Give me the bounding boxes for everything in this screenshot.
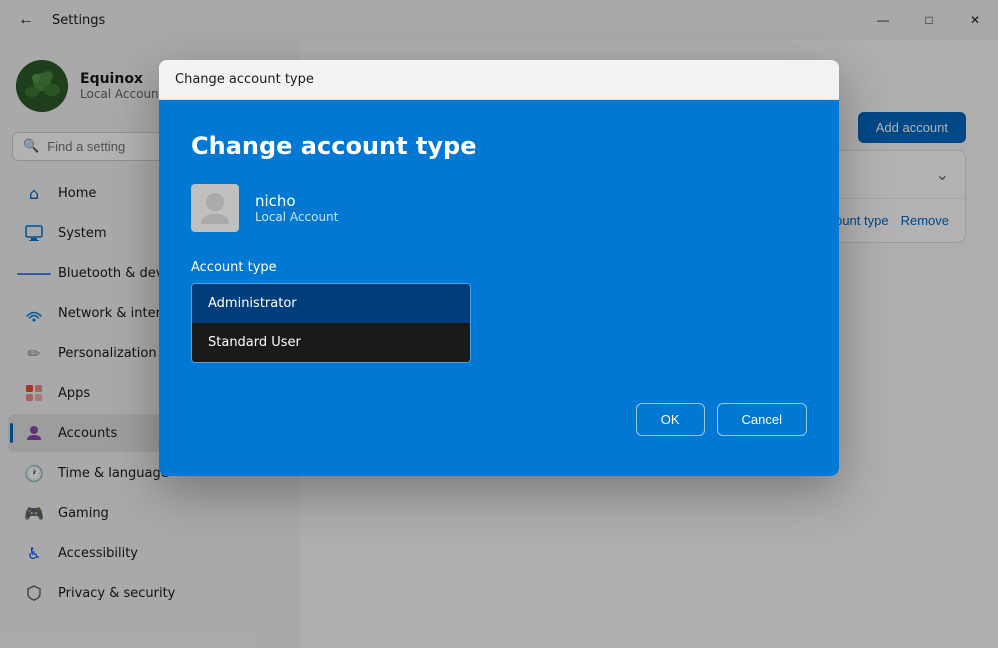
dialog-username: nicho [255, 192, 338, 210]
cancel-button[interactable]: Cancel [717, 403, 807, 436]
dropdown-item-standard[interactable]: Standard User [192, 323, 470, 362]
dialog-user-info: nicho Local Account [255, 192, 338, 224]
ok-button[interactable]: OK [636, 403, 705, 436]
change-account-dialog: Change account type Change account type … [159, 60, 839, 476]
account-type-dropdown[interactable]: Administrator Standard User [191, 283, 471, 363]
dropdown-item-administrator[interactable]: Administrator [192, 284, 470, 323]
dialog-titlebar: Change account type [159, 60, 839, 100]
dialog-title: Change account type [191, 132, 807, 160]
account-type-label: Account type [191, 260, 807, 275]
dialog-titlebar-label: Change account type [175, 72, 314, 87]
modal-overlay: Change account type Change account type … [0, 0, 998, 648]
dialog-body: Change account type nicho Local Account … [159, 100, 839, 476]
dialog-user-row: nicho Local Account [191, 184, 807, 232]
dialog-user-sub: Local Account [255, 210, 338, 224]
dialog-avatar [191, 184, 239, 232]
dialog-actions: OK Cancel [191, 403, 807, 436]
